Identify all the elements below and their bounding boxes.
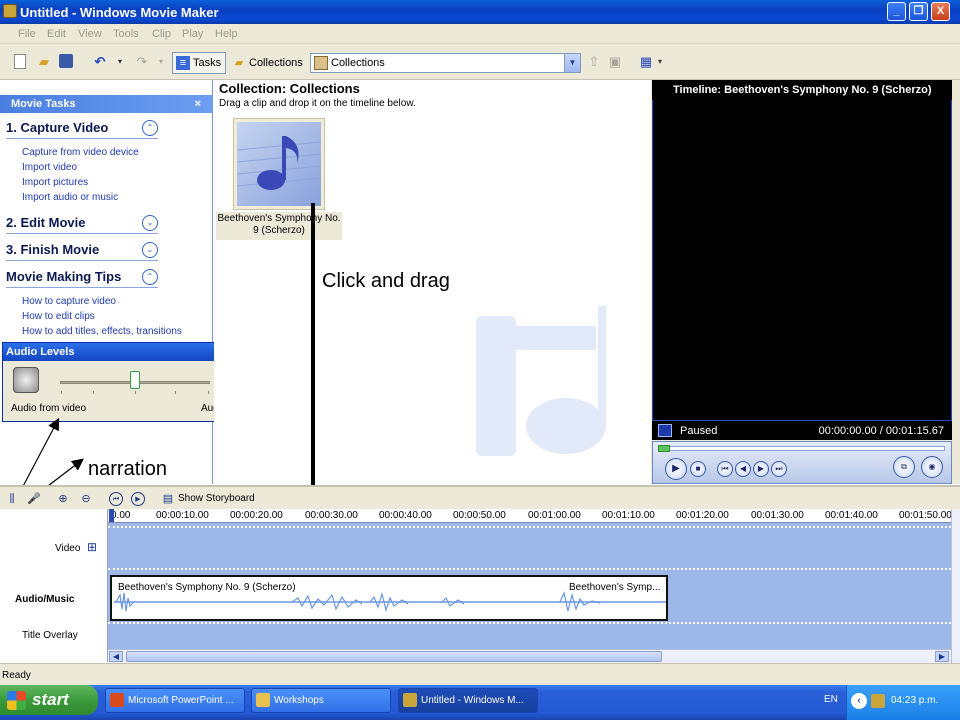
taskbar-movie-maker[interactable]: Untitled - Windows M... bbox=[398, 688, 538, 713]
taskbar-task-label: Microsoft PowerPoint ... bbox=[128, 695, 234, 706]
storyboard-icon[interactable]: ▤ bbox=[161, 492, 175, 506]
track-divider bbox=[108, 622, 951, 624]
timeline-ruler[interactable]: 0.00 00:00:10.00 00:00:20.00 00:00:30.00… bbox=[108, 509, 951, 523]
track-divider bbox=[108, 526, 951, 528]
zoom-in-icon[interactable]: ⊕ bbox=[56, 492, 70, 506]
track-divider bbox=[108, 568, 951, 570]
clock: 04:23 p.m. bbox=[891, 695, 939, 706]
timeline-track-labels: Video ⊞ Audio/Music Title Overlay bbox=[0, 509, 108, 662]
ruler-label: 00:00:30.00 bbox=[305, 510, 358, 521]
timeline-vertical-scrollbar[interactable] bbox=[951, 509, 960, 663]
system-tray: ‹ 04:23 p.m. bbox=[846, 685, 960, 720]
language-indicator[interactable]: EN bbox=[824, 694, 838, 705]
ruler-label: 00:01:10.00 bbox=[602, 510, 655, 521]
scroll-right-icon[interactable]: ▶ bbox=[935, 651, 949, 662]
narrate-timeline-icon[interactable]: 🎤 bbox=[27, 492, 41, 506]
timeline-tracks[interactable]: Beethoven's Symphony No. 9 (Scherzo) Bee… bbox=[108, 523, 951, 649]
title-overlay-track-label: Title Overlay bbox=[22, 630, 78, 641]
scrollbar-thumb[interactable] bbox=[126, 651, 662, 662]
powerpoint-icon bbox=[110, 693, 124, 707]
play-timeline-icon[interactable]: ▶ bbox=[131, 492, 145, 506]
set-audio-levels-icon[interactable]: ⫼ bbox=[5, 492, 19, 506]
playhead[interactable] bbox=[109, 509, 114, 522]
show-hidden-icons-icon[interactable]: ‹ bbox=[851, 693, 867, 709]
timeline-audio-clip[interactable]: Beethoven's Symphony No. 9 (Scherzo) Bee… bbox=[110, 575, 668, 621]
taskbar: start Microsoft PowerPoint ... Workshops… bbox=[0, 685, 960, 720]
windows-flag-icon bbox=[7, 691, 26, 710]
audio-track-label: Audio/Music bbox=[15, 594, 75, 605]
start-button[interactable]: start bbox=[0, 685, 98, 715]
expand-video-icon[interactable]: ⊞ bbox=[87, 540, 97, 554]
timeline-toolbar: ⫼ 🎤 ⊕ ⊖ ⏮ ▶ ▤ Show Storyboard bbox=[0, 485, 960, 509]
taskbar-powerpoint[interactable]: Microsoft PowerPoint ... bbox=[105, 688, 245, 713]
ruler-label: 00:01:00.00 bbox=[528, 510, 581, 521]
ruler-label: 00:01:40.00 bbox=[825, 510, 878, 521]
ruler-label: 00:01:20.00 bbox=[676, 510, 729, 521]
ruler-label: 00:00:20.00 bbox=[230, 510, 283, 521]
tray-app-icon[interactable] bbox=[871, 694, 885, 708]
ruler-label: 00:00:10.00 bbox=[156, 510, 209, 521]
zoom-out-icon[interactable]: ⊖ bbox=[79, 492, 93, 506]
scroll-left-icon[interactable]: ◀ bbox=[109, 651, 123, 662]
ruler-label: 00:01:30.00 bbox=[751, 510, 804, 521]
audio-waveform bbox=[114, 591, 666, 613]
status-text: Ready bbox=[2, 670, 31, 681]
ruler-label: 00:00:50.00 bbox=[453, 510, 506, 521]
taskbar-workshops[interactable]: Workshops bbox=[251, 688, 391, 713]
taskbar-task-label: Workshops bbox=[274, 695, 324, 706]
ruler-label: 00:01:50.00 bbox=[899, 510, 951, 521]
folder-icon bbox=[256, 693, 270, 707]
status-bar: Ready bbox=[0, 663, 960, 685]
rewind-timeline-icon[interactable]: ⏮ bbox=[109, 492, 123, 506]
ruler-label: 00:00:40.00 bbox=[379, 510, 432, 521]
start-label: start bbox=[32, 690, 69, 709]
timeline-horizontal-scrollbar[interactable]: ◀ ▶ bbox=[108, 649, 951, 663]
movie-maker-icon bbox=[403, 693, 417, 707]
taskbar-task-label: Untitled - Windows M... bbox=[421, 695, 524, 706]
video-track-label: Video bbox=[55, 543, 81, 554]
show-storyboard-button[interactable]: Show Storyboard bbox=[178, 493, 255, 504]
